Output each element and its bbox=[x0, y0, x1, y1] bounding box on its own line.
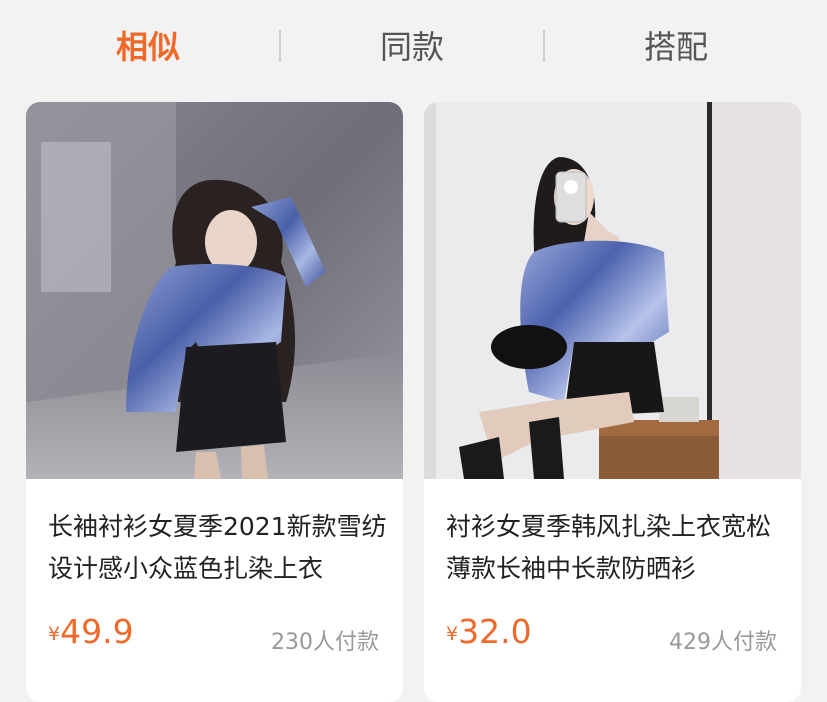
product-card[interactable]: 衬衫女夏季韩风扎染上衣宽松薄款长袖中长款防晒衫 ¥32.0 429人付款 bbox=[424, 102, 801, 702]
currency-symbol: ¥ bbox=[48, 623, 61, 645]
product-photo bbox=[26, 102, 403, 479]
product-image[interactable] bbox=[26, 102, 403, 479]
sales-count: 230人付款 bbox=[271, 630, 379, 655]
tab-match[interactable]: 搭配 bbox=[576, 22, 776, 72]
product-price: ¥32.0 bbox=[446, 612, 532, 651]
product-card[interactable]: 长袖衬衫女夏季2021新款雪纺设计感小众蓝色扎染上衣 ¥49.9 230人付款 bbox=[26, 102, 403, 702]
product-image[interactable] bbox=[424, 102, 801, 479]
tab-divider bbox=[543, 30, 545, 62]
product-title[interactable]: 长袖衬衫女夏季2021新款雪纺设计感小众蓝色扎染上衣 bbox=[48, 506, 388, 590]
sales-count: 429人付款 bbox=[669, 630, 777, 655]
price-value: 49.9 bbox=[60, 612, 134, 651]
tab-bar: 相似 同款 搭配 bbox=[0, 0, 827, 95]
currency-symbol: ¥ bbox=[446, 623, 459, 645]
tab-similar[interactable]: 相似 bbox=[48, 22, 248, 72]
product-title[interactable]: 衬衫女夏季韩风扎染上衣宽松薄款长袖中长款防晒衫 bbox=[446, 506, 786, 590]
price-value: 32.0 bbox=[458, 612, 532, 651]
tab-divider bbox=[279, 30, 281, 62]
product-photo bbox=[424, 102, 801, 479]
tab-same-style[interactable]: 同款 bbox=[312, 22, 512, 72]
product-price: ¥49.9 bbox=[48, 612, 134, 651]
